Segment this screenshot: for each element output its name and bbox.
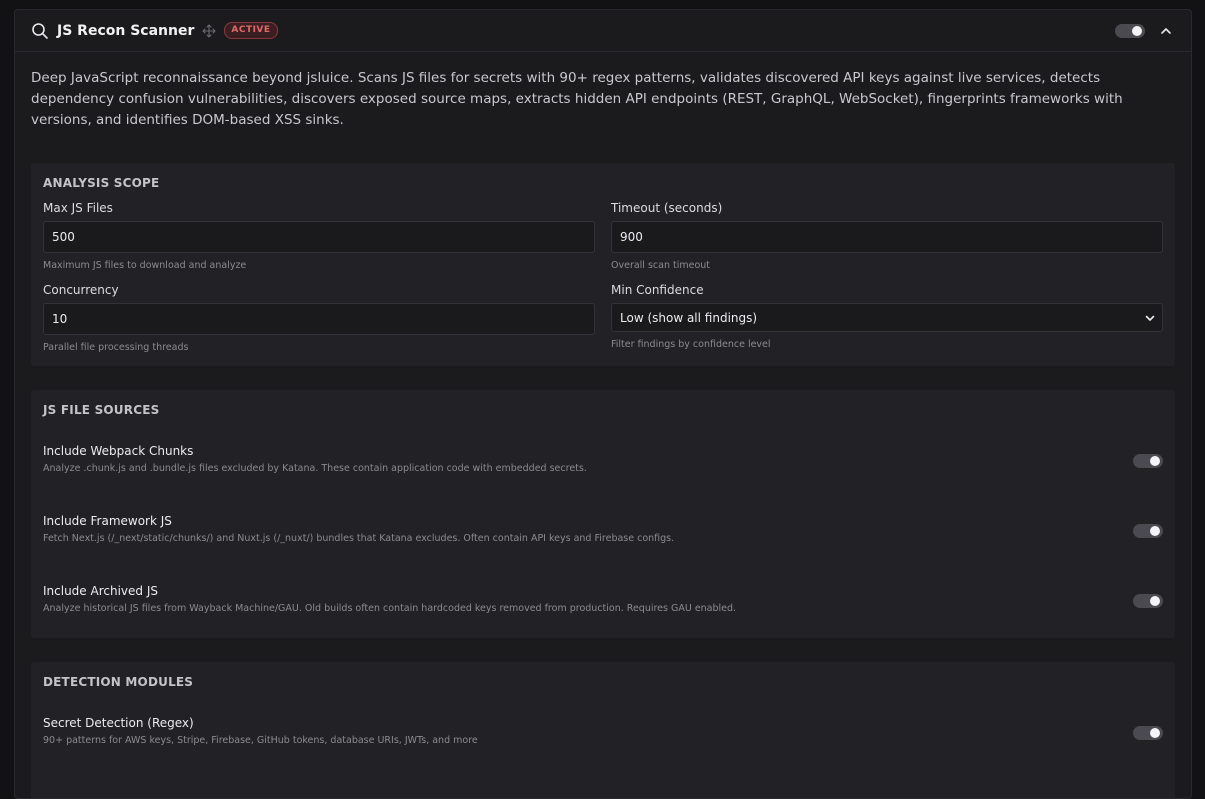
webpack-chunks-title: Include Webpack Chunks xyxy=(43,444,194,458)
concurrency-label: Concurrency xyxy=(43,283,119,297)
toggle-knob xyxy=(1150,526,1160,536)
archived-js-desc: Analyze historical JS files from Wayback… xyxy=(43,603,737,614)
archived-js-title: Include Archived JS xyxy=(43,584,158,598)
concurrency-hint: Parallel file processing threads xyxy=(43,342,189,353)
max-js-files-field: Max JS Files 500 Maximum JS files to dow… xyxy=(43,201,595,271)
concurrency-field: Concurrency 10 Parallel file processing … xyxy=(43,283,595,353)
timeout-field: Timeout (seconds) 900 Overall scan timeo… xyxy=(611,201,1163,271)
js-file-sources-title: JS FILE SOURCES xyxy=(43,403,160,417)
search-icon xyxy=(32,22,48,39)
move-icon[interactable] xyxy=(202,23,216,38)
toggle-knob xyxy=(1132,25,1142,36)
js-file-sources-card: JS FILE SOURCES Include Webpack Chunks A… xyxy=(31,390,1175,638)
detection-modules-card: DETECTION MODULES Secret Detection (Rege… xyxy=(31,662,1175,798)
framework-js-toggle[interactable] xyxy=(1133,524,1163,538)
min-confidence-field: Min Confidence Low (show all findings) F… xyxy=(611,283,1163,350)
analysis-scope-card: ANALYSIS SCOPE Max JS Files 500 Maximum … xyxy=(31,163,1175,366)
archived-js-toggle[interactable] xyxy=(1133,594,1163,608)
max-js-files-label: Max JS Files xyxy=(43,201,113,215)
scanner-enabled-toggle[interactable] xyxy=(1115,23,1145,38)
secret-detection-toggle[interactable] xyxy=(1133,726,1163,740)
webpack-chunks-row: Include Webpack Chunks Analyze .chunk.js… xyxy=(43,444,1163,474)
chevron-up-icon[interactable] xyxy=(1159,24,1173,38)
scanner-description: Deep JavaScript reconnaissance beyond js… xyxy=(31,70,1123,128)
panel-header[interactable]: JS Recon Scanner ACTIVE xyxy=(15,10,1191,52)
framework-js-row: Include Framework JS Fetch Next.js (/_ne… xyxy=(43,514,1163,544)
analysis-scope-title: ANALYSIS SCOPE xyxy=(43,176,160,190)
max-js-files-hint: Maximum JS files to download and analyze xyxy=(43,260,247,271)
timeout-input[interactable]: 900 xyxy=(611,221,1163,253)
toggle-knob xyxy=(1150,596,1160,606)
min-confidence-select[interactable]: Low (show all findings) xyxy=(611,303,1163,332)
webpack-chunks-toggle[interactable] xyxy=(1133,454,1163,468)
max-js-files-input[interactable]: 500 xyxy=(43,221,595,253)
chevron-down-icon xyxy=(1145,315,1155,321)
archived-js-row: Include Archived JS Analyze historical J… xyxy=(43,584,1163,614)
min-confidence-hint: Filter findings by confidence level xyxy=(611,339,771,350)
secret-detection-title: Secret Detection (Regex) xyxy=(43,716,194,730)
scanner-panel: JS Recon Scanner ACTIVE Deep JavaScript … xyxy=(14,9,1192,799)
timeout-label: Timeout (seconds) xyxy=(611,201,723,215)
panel-title: JS Recon Scanner xyxy=(57,22,195,39)
timeout-hint: Overall scan timeout xyxy=(611,260,711,271)
concurrency-input[interactable]: 10 xyxy=(43,303,595,335)
framework-js-desc: Fetch Next.js (/_next/static/chunks/) an… xyxy=(43,533,675,544)
min-confidence-label: Min Confidence xyxy=(611,283,704,297)
webpack-chunks-desc: Analyze .chunk.js and .bundle.js files e… xyxy=(43,463,587,474)
secret-detection-row: Secret Detection (Regex) 90+ patterns fo… xyxy=(43,716,1163,746)
framework-js-title: Include Framework JS xyxy=(43,514,172,528)
status-badge: ACTIVE xyxy=(224,22,278,39)
min-confidence-value: Low (show all findings) xyxy=(620,310,758,325)
toggle-knob xyxy=(1150,728,1160,738)
detection-modules-title: DETECTION MODULES xyxy=(43,675,194,689)
toggle-knob xyxy=(1150,456,1160,466)
secret-detection-desc: 90+ patterns for AWS keys, Stripe, Fireb… xyxy=(43,735,478,746)
